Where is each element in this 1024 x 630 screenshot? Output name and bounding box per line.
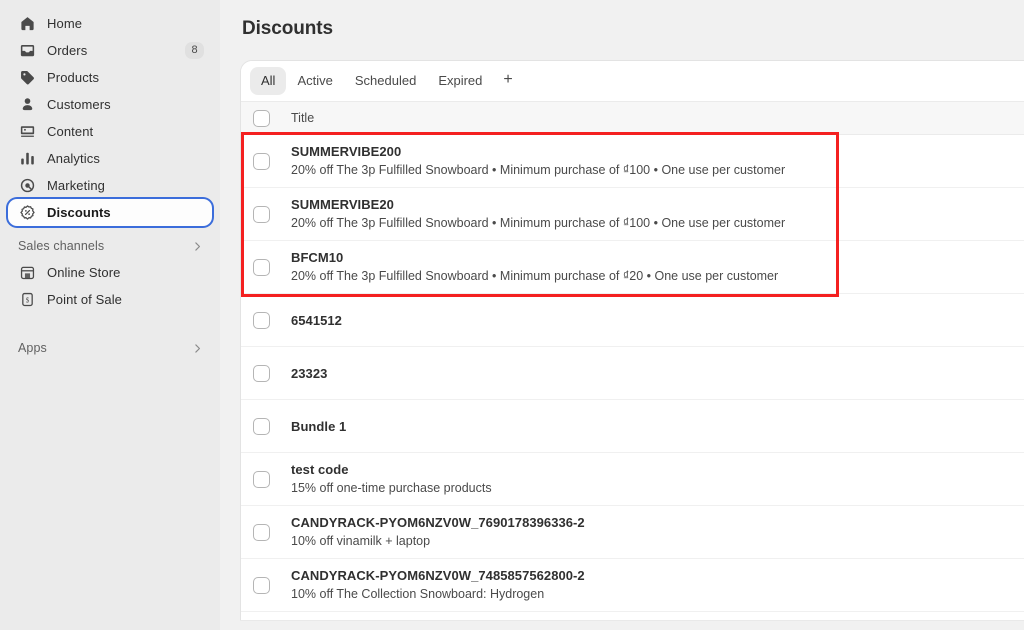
row-checkbox[interactable]	[253, 206, 270, 223]
sidebar-item-discounts[interactable]: Discounts	[8, 199, 212, 226]
tab-all[interactable]: All	[250, 67, 286, 95]
orders-count-badge: 8	[185, 42, 204, 59]
discounts-card: All Active Scheduled Expired + Title SUM…	[240, 60, 1024, 620]
row-subtitle: 20% off The 3p Fulfilled Snowboard • Min…	[291, 162, 785, 179]
row-checkbox[interactable]	[253, 259, 270, 276]
add-tab-button[interactable]: +	[493, 69, 522, 93]
tab-active[interactable]: Active	[286, 67, 343, 95]
sidebar-item-content[interactable]: Content	[8, 118, 212, 145]
select-all-checkbox[interactable]	[253, 110, 270, 127]
row-subtitle: 15% off one-time purchase products	[291, 480, 492, 497]
table-header-row: Title	[241, 102, 1024, 135]
table-row[interactable]: 23323	[241, 347, 1024, 400]
discount-list: SUMMERVIBE200 20% off The 3p Fulfilled S…	[241, 135, 1024, 612]
sidebar-item-customers[interactable]: Customers	[8, 91, 212, 118]
content-icon	[18, 123, 36, 141]
table-row[interactable]: 6541512	[241, 294, 1024, 347]
sidebar-item-marketing[interactable]: Marketing	[8, 172, 212, 199]
tab-bar: All Active Scheduled Expired +	[241, 61, 1024, 102]
row-subtitle: 20% off The 3p Fulfilled Snowboard • Min…	[291, 215, 785, 232]
sidebar: Home Orders 8 Products Customers C	[0, 0, 220, 630]
row-subtitle: 20% off The 3p Fulfilled Snowboard • Min…	[291, 268, 778, 285]
table-row[interactable]: test code 15% off one-time purchase prod…	[241, 453, 1024, 506]
row-checkbox[interactable]	[253, 577, 270, 594]
row-checkbox[interactable]	[253, 312, 270, 329]
megaphone-icon	[18, 177, 36, 195]
person-icon	[18, 96, 36, 114]
row-checkbox[interactable]	[253, 418, 270, 435]
sidebar-item-label: Content	[47, 124, 93, 139]
discount-icon	[18, 204, 36, 222]
sidebar-item-home[interactable]: Home	[8, 10, 212, 37]
chart-icon	[18, 150, 36, 168]
row-checkbox[interactable]	[253, 524, 270, 541]
table-row[interactable]: CANDYRACK-PYOM6NZV0W_7690178396336-2 10%…	[241, 506, 1024, 559]
sidebar-item-label: Online Store	[47, 265, 120, 280]
home-icon	[18, 15, 36, 33]
main-content: Discounts All Active Scheduled Expired +…	[220, 0, 1024, 630]
table-row[interactable]: SUMMERVIBE200 20% off The 3p Fulfilled S…	[241, 135, 1024, 188]
table-row[interactable]: BFCM10 20% off The 3p Fulfilled Snowboar…	[241, 241, 1024, 294]
tab-scheduled[interactable]: Scheduled	[344, 67, 427, 95]
row-title: CANDYRACK-PYOM6NZV0W_7690178396336-2	[291, 514, 585, 531]
sidebar-item-label: Marketing	[47, 178, 105, 193]
chevron-right-icon	[191, 342, 204, 355]
sidebar-item-label: Point of Sale	[47, 292, 122, 307]
column-header-title: Title	[291, 111, 314, 125]
row-title: SUMMERVIBE200	[291, 143, 785, 160]
sidebar-item-online-store[interactable]: Online Store	[8, 259, 212, 286]
sidebar-item-label: Customers	[47, 97, 111, 112]
table-row[interactable]: CANDYRACK-PYOM6NZV0W_7485857562800-2 10%…	[241, 559, 1024, 612]
row-checkbox[interactable]	[253, 153, 270, 170]
tab-expired[interactable]: Expired	[427, 67, 493, 95]
row-checkbox[interactable]	[253, 471, 270, 488]
svg-text:$: $	[25, 297, 29, 304]
store-icon	[18, 264, 36, 282]
row-title: test code	[291, 461, 492, 478]
sidebar-item-orders[interactable]: Orders 8	[8, 37, 212, 64]
row-subtitle: 10% off The Collection Snowboard: Hydrog…	[291, 586, 585, 603]
table-row[interactable]: SUMMERVIBE20 20% off The 3p Fulfilled Sn…	[241, 188, 1024, 241]
row-checkbox[interactable]	[253, 365, 270, 382]
sidebar-item-label: Orders	[47, 43, 87, 58]
apps-label: Apps	[18, 341, 47, 355]
page-title: Discounts	[242, 18, 1024, 40]
row-title: BFCM10	[291, 249, 778, 266]
sidebar-item-analytics[interactable]: Analytics	[8, 145, 212, 172]
pos-icon: $	[18, 291, 36, 309]
row-title: 6541512	[291, 312, 342, 329]
table-row[interactable]: Bundle 1	[241, 400, 1024, 453]
chevron-right-icon	[191, 240, 204, 253]
tag-icon	[18, 69, 36, 87]
sidebar-item-label: Discounts	[47, 205, 111, 220]
sidebar-item-label: Products	[47, 70, 99, 85]
row-title: CANDYRACK-PYOM6NZV0W_7485857562800-2	[291, 567, 585, 584]
sidebar-item-label: Analytics	[47, 151, 100, 166]
sales-channels-label: Sales channels	[18, 239, 104, 253]
sidebar-item-point-of-sale[interactable]: $ Point of Sale	[8, 286, 212, 313]
sidebar-section-sales-channels[interactable]: Sales channels	[8, 233, 212, 259]
inbox-icon	[18, 42, 36, 60]
row-title: Bundle 1	[291, 418, 346, 435]
row-title: 23323	[291, 365, 327, 382]
sidebar-item-label: Home	[47, 16, 82, 31]
sidebar-section-apps[interactable]: Apps	[8, 335, 212, 361]
row-subtitle: 10% off vinamilk + laptop	[291, 533, 585, 550]
row-title: SUMMERVIBE20	[291, 196, 785, 213]
sidebar-item-products[interactable]: Products	[8, 64, 212, 91]
